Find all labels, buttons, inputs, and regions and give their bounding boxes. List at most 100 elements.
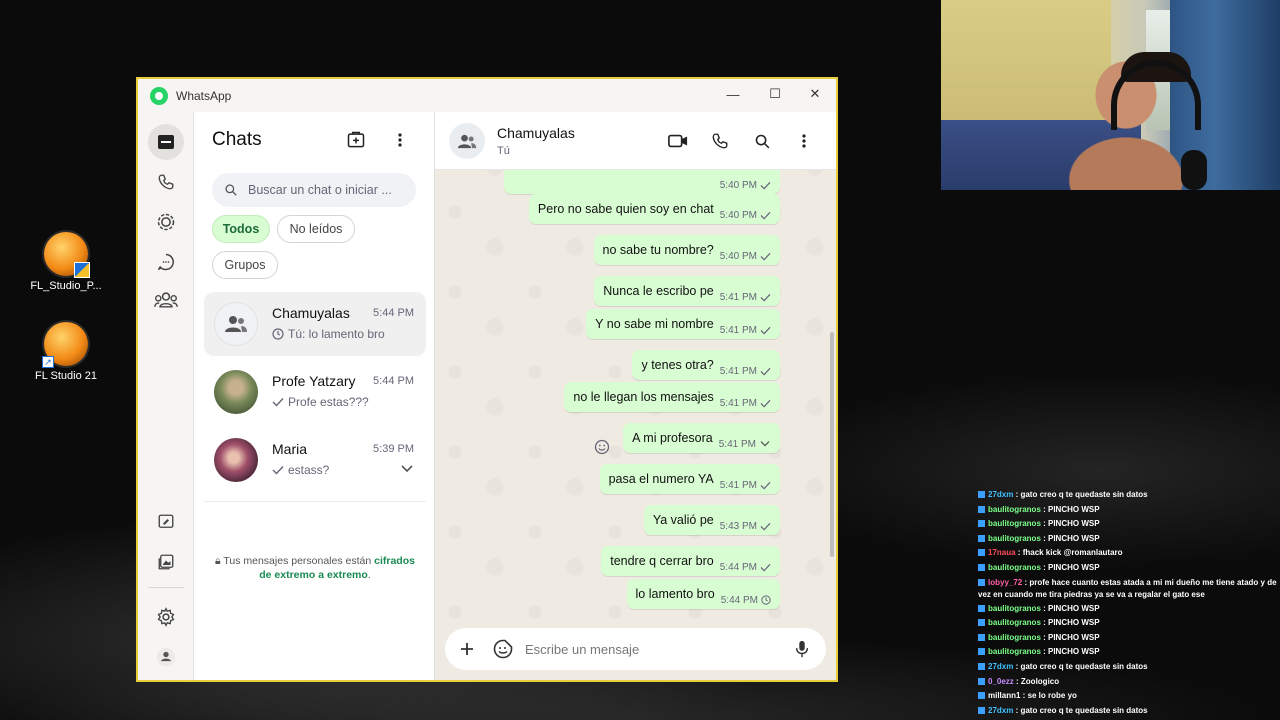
outgoing-message[interactable]: y tenes otra? 5:41 PM — [632, 350, 780, 380]
channels-nav-button[interactable] — [148, 244, 184, 280]
chevron-down-icon[interactable] — [400, 464, 414, 474]
chats-nav-button[interactable] — [148, 124, 184, 160]
attach-button[interactable] — [449, 631, 485, 667]
stream-chat-text: PINCHO WSP — [1048, 618, 1100, 628]
chevron-down-icon[interactable] — [759, 440, 771, 448]
outgoing-message[interactable]: tendre q cerrar bro 5:44 PM — [601, 546, 780, 576]
stream-chat-username: baulitogranos — [988, 519, 1041, 529]
stream-chat-message: 17naua : fhack kick @romanlautaro — [978, 546, 1280, 561]
chat-item-profe-yatzary[interactable]: Profe Yatzary 5:44 PM Profe estas??? — [204, 360, 426, 424]
more-vertical-icon — [802, 134, 806, 148]
outgoing-message[interactable]: lo lamento bro 5:44 PM — [626, 579, 780, 609]
chat-preview-text: estass? — [288, 463, 330, 477]
more-vertical-icon — [398, 133, 402, 147]
message-time: 5:40 PM — [719, 250, 757, 262]
message-meta: 5:40 PM — [720, 210, 771, 221]
message-meta: 5:44 PM — [721, 595, 771, 606]
list-divider — [204, 501, 426, 502]
chat-badge-icon — [978, 563, 985, 571]
outgoing-message[interactable]: Y no sabe mi nombre 5:41 PM — [586, 309, 780, 339]
message-meta: 5:41 PM — [720, 325, 771, 336]
message-text: pasa el numero YA — [608, 472, 714, 486]
fl-studio-icon — [44, 232, 90, 278]
contact-avatar — [214, 438, 258, 482]
filter-todos[interactable]: Todos — [212, 215, 270, 243]
chat-badge-icon — [978, 633, 985, 641]
outgoing-message[interactable]: Pero no sabe quien soy en chat 5:40 PM — [528, 194, 780, 224]
message-meta: 5:41 PM — [720, 366, 771, 377]
stream-chat-username: baulitogranos — [988, 533, 1041, 543]
chat-time: 5:44 PM — [373, 375, 414, 387]
profile-nav-button[interactable] — [148, 639, 184, 675]
calls-nav-button[interactable] — [148, 164, 184, 200]
chat-list-panel: Chats Todos No leídos Grupos Chamuyalas … — [194, 112, 435, 680]
desktop-icon-fl-studio-p[interactable]: FL_Studio_P... — [26, 232, 106, 292]
message-text: no le llegan los mensajes — [573, 390, 714, 404]
close-button[interactable]: ✕ — [794, 79, 836, 109]
communities-nav-button[interactable] — [148, 282, 184, 318]
stream-chat-text: PINCHO WSP — [1048, 533, 1100, 543]
search-box[interactable] — [212, 173, 416, 207]
message-time: 5:44 PM — [720, 594, 758, 606]
rail-divider — [148, 587, 184, 588]
conversation-name: Chamuyalas — [497, 125, 575, 141]
minimize-button[interactable]: — — [712, 79, 754, 109]
chat-item-chamuyalas[interactable]: Chamuyalas 5:44 PM Tú: lo lamento bro — [204, 292, 426, 356]
outgoing-message[interactable]: 5:40 PM — [504, 170, 780, 194]
voice-message-button[interactable] — [784, 631, 820, 667]
search-conversation-button[interactable] — [750, 129, 774, 153]
voice-call-button[interactable] — [708, 129, 732, 153]
new-chat-button[interactable] — [344, 128, 368, 152]
chat-badge-icon — [978, 677, 985, 685]
stream-chat-username: 27dxm — [988, 705, 1014, 715]
media-nav-button[interactable] — [148, 544, 184, 580]
react-emoji-button[interactable] — [592, 437, 612, 457]
stream-chat-message: baulitogranos : PINCHO WSP — [978, 561, 1280, 576]
maximize-button[interactable]: ☐ — [754, 79, 796, 109]
conversation-header[interactable]: Chamuyalas Tú — [435, 112, 836, 170]
settings-nav-button[interactable] — [148, 599, 184, 635]
status-icon — [157, 213, 175, 231]
chat-badge-icon — [978, 662, 985, 670]
message-input[interactable] — [525, 641, 784, 657]
desktop-icon-label: FL Studio 21 — [35, 370, 97, 382]
stream-chat-message: baulitogranos : PINCHO WSP — [978, 645, 1280, 660]
outgoing-message[interactable]: Ya valió pe 5:43 PM — [643, 505, 780, 535]
smiley-icon — [594, 439, 610, 455]
stream-chat-message: baulitogranos : PINCHO WSP — [978, 616, 1280, 631]
sticker-button[interactable] — [485, 631, 521, 667]
outgoing-message[interactable]: Nunca le escribo pe 5:41 PM — [594, 276, 780, 306]
message-composer — [445, 628, 826, 670]
status-nav-button[interactable] — [148, 204, 184, 240]
chat-preview-text: Profe estas??? — [288, 395, 369, 409]
message-text: Nunca le escribo pe — [603, 284, 714, 298]
starred-nav-button[interactable] — [148, 504, 184, 540]
stream-chat-username: millann1 — [988, 691, 1021, 701]
chat-badge-icon — [978, 648, 985, 656]
stream-chat-text: se lo robe yo — [1027, 691, 1077, 701]
outgoing-message[interactable]: pasa el numero YA 5:41 PM — [599, 464, 780, 494]
search-input[interactable] — [248, 183, 408, 197]
filter-no-leidos[interactable]: No leídos — [277, 215, 355, 243]
conversation-menu-button[interactable] — [792, 129, 816, 153]
outgoing-message[interactable]: no sabe tu nombre? 5:40 PM — [593, 235, 780, 265]
group-avatar[interactable] — [449, 123, 485, 159]
message-list[interactable]: 5:40 PM Pero no sabe quien soy en chat 5:4… — [435, 170, 836, 618]
outgoing-message[interactable]: no le llegan los mensajes 5:41 PM — [564, 382, 780, 412]
stream-chat-message: baulitogranos : PINCHO WSP — [978, 602, 1280, 617]
video-call-button[interactable] — [666, 129, 690, 153]
group-avatar — [214, 302, 258, 346]
stream-chat-text: gato creo q te quedaste sin datos — [1020, 490, 1148, 499]
encryption-note: 🔒︎ Tus mensajes personales están cifrado… — [208, 554, 422, 582]
chat-list-menu-button[interactable] — [388, 128, 412, 152]
title-bar[interactable]: WhatsApp — ☐ ✕ — [138, 79, 836, 112]
stream-chat-message: 0_0ezz : Zoologico — [978, 675, 1280, 690]
message-meta: 5:41 PM — [720, 480, 771, 491]
stream-chat-text: PINCHO WSP — [1048, 632, 1100, 642]
chat-item-maria[interactable]: Maria 5:39 PM estass? — [204, 428, 426, 492]
chat-badge-icon — [978, 534, 985, 542]
desktop-icon-fl-studio-21[interactable]: ↗ FL Studio 21 — [26, 322, 106, 382]
filter-grupos[interactable]: Grupos — [212, 251, 278, 279]
outgoing-message[interactable]: A mi profesora 5:41 PM — [623, 423, 780, 453]
message-scrollbar[interactable] — [830, 332, 834, 557]
